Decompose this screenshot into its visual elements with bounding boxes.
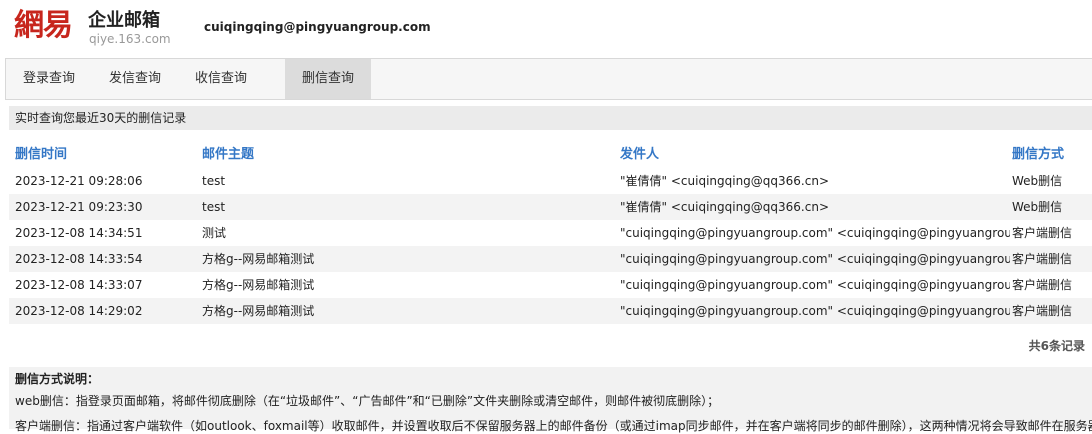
- cell-sender: "cuiqingqing@pingyuangroup.com" <cuiqing…: [620, 278, 1010, 292]
- cell-sender: "崔倩倩" <cuiqingqing@qq366.cn>: [620, 174, 830, 188]
- cell-time: 2023-12-08 14:29:02: [15, 304, 143, 318]
- cell-subject: test: [202, 200, 226, 214]
- explanation-title: 删信方式说明：: [15, 372, 100, 386]
- col-header-subject: 邮件主题: [202, 147, 255, 162]
- cell-method: 客户端删信: [1012, 304, 1073, 318]
- cell-method: Web删信: [1012, 174, 1063, 188]
- col-header-time: 删信时间: [15, 147, 68, 162]
- delete-method-explanation: 删信方式说明： web删信：指登录页面邮箱，将邮件彻底删除（在“垃圾邮件”、“广…: [9, 367, 1092, 433]
- tab-send-query[interactable]: 发信查询: [92, 59, 178, 99]
- cell-sender: "cuiqingqing@pingyuangroup.com" <cuiqing…: [620, 226, 1010, 240]
- tab-receive-query[interactable]: 收信查询: [178, 59, 264, 99]
- cell-time: 2023-12-08 14:34:51: [15, 226, 143, 240]
- cell-subject: 测试: [202, 226, 227, 240]
- cell-method: 客户端删信: [1012, 278, 1073, 292]
- col-header-method: 删信方式: [1012, 147, 1065, 162]
- cell-time: 2023-12-08 14:33:07: [15, 278, 143, 292]
- record-count: 共6条记录: [1028, 339, 1085, 353]
- table-row: 2023-12-21 09:28:06 test "崔倩倩" <cuiqingq…: [9, 168, 1092, 194]
- cell-subject: 方格g--网易邮箱测试: [202, 304, 315, 318]
- cell-sender: "崔倩倩" <cuiqingqing@qq366.cn>: [620, 200, 830, 214]
- netease-logo[interactable]: 網易: [14, 8, 73, 44]
- explanation-client-delete: 客户端删信：指通过客户端软件（如outlook、foxmail等）收取邮件，并设…: [15, 419, 1092, 433]
- info-bar: 实时查询您最近30天的删信记录: [9, 106, 1092, 130]
- tab-delete-query[interactable]: 删信查询: [285, 59, 371, 99]
- explanation-web-delete: web删信：指登录页面邮箱，将邮件彻底删除（在“垃圾邮件”、“广告邮件”和“已删…: [15, 394, 720, 408]
- query-tabs: 登录查询 发信查询 收信查询 删信查询: [5, 58, 1092, 100]
- table-row: 2023-12-08 14:33:54 方格g--网易邮箱测试 "cuiqing…: [9, 246, 1092, 272]
- col-header-sender: 发件人: [620, 147, 660, 162]
- product-domain: qiye.163.com: [89, 32, 171, 46]
- cell-sender: "cuiqingqing@pingyuangroup.com" <cuiqing…: [620, 304, 1010, 318]
- table-row: 2023-12-21 09:23:30 test "崔倩倩" <cuiqingq…: [9, 194, 1092, 220]
- delete-records-table: 删信时间 邮件主题 发件人 删信方式 2023-12-21 09:28:06 t…: [9, 142, 1092, 324]
- cell-time: 2023-12-21 09:28:06: [15, 174, 143, 188]
- cell-subject: 方格g--网易邮箱测试: [202, 278, 315, 292]
- table-header-row: 删信时间 邮件主题 发件人 删信方式: [9, 142, 1092, 168]
- cell-time: 2023-12-21 09:23:30: [15, 200, 143, 214]
- cell-sender: "cuiqingqing@pingyuangroup.com" <cuiqing…: [620, 252, 1010, 266]
- table-row: 2023-12-08 14:34:51 测试 "cuiqingqing@ping…: [9, 220, 1092, 246]
- cell-method: 客户端删信: [1012, 252, 1073, 266]
- table-row: 2023-12-08 14:29:02 方格g--网易邮箱测试 "cuiqing…: [9, 298, 1092, 324]
- tab-login-query[interactable]: 登录查询: [6, 59, 92, 99]
- user-email: cuiqingqing@pingyuangroup.com: [204, 20, 431, 34]
- cell-time: 2023-12-08 14:33:54: [15, 252, 143, 266]
- cell-subject: test: [202, 174, 226, 188]
- cell-subject: 方格g--网易邮箱测试: [202, 252, 315, 266]
- cell-method: Web删信: [1012, 200, 1063, 214]
- cell-method: 客户端删信: [1012, 226, 1073, 240]
- table-row: 2023-12-08 14:33:07 方格g--网易邮箱测试 "cuiqing…: [9, 272, 1092, 298]
- product-title: 企业邮箱: [88, 10, 160, 31]
- header: 網易 企业邮箱 qiye.163.com cuiqingqing@pingyua…: [0, 0, 1092, 58]
